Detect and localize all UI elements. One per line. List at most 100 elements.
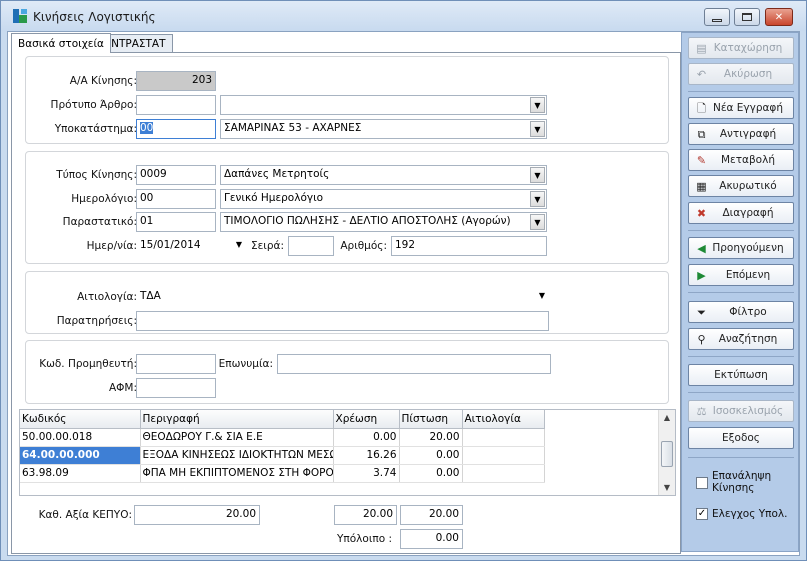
next-button[interactable]: ▶ Επόμενη (688, 264, 794, 286)
maximize-button[interactable] (734, 8, 760, 26)
reason-combo[interactable]: ΤΔΑ ▼ (136, 287, 549, 307)
cell-credit[interactable]: 20.00 (399, 428, 463, 447)
title-bar[interactable]: Κινήσεις Λογιστικής ✕ (1, 1, 806, 31)
doc-code-field[interactable]: 01 (136, 212, 216, 232)
cell-reason[interactable] (462, 428, 545, 447)
undo-icon: ↶ (696, 68, 707, 81)
template-name-combo[interactable]: ▼ (220, 95, 547, 115)
check-calc-checkbox[interactable]: ✓ (696, 508, 708, 520)
cell-code[interactable]: 50.00.00.018 (20, 428, 141, 447)
journal-name-value: Γενικό Ημερολόγιο (224, 192, 324, 204)
table-row[interactable]: 64.00.00.000 ΕΞΟΔΑ ΚΙΝΗΣΕΩΣ ΙΔΙΟΚΤΗΤΩΝ Μ… (20, 446, 545, 465)
column-code[interactable]: Κωδικός (20, 410, 141, 429)
cancel-button[interactable]: ↶ Ακύρωση (688, 63, 794, 85)
type-code-field[interactable]: 0009 (136, 165, 216, 185)
series-field[interactable] (288, 236, 334, 256)
date-label: Ημερ/νία: (86, 240, 137, 252)
edit-button[interactable]: ✎ Μεταβολή (688, 149, 794, 171)
cell-description[interactable]: ΘΕΟΔΩΡΟΥ Γ.& ΣΙΑ Ε.Ε (140, 428, 334, 447)
column-credit[interactable]: Πίστωση (399, 410, 463, 429)
app-window: Κινήσεις Λογιστικής ✕ Βασικά στοιχεία ΙΝ… (0, 0, 807, 561)
filter-button[interactable]: ⏷ Φίλτρο (688, 301, 794, 323)
search-button[interactable]: ⚲ Αναζήτηση (688, 328, 794, 350)
scroll-up-icon[interactable]: ▲ (659, 410, 675, 425)
template-label: Πρότυπο Άρθρο: (50, 99, 137, 111)
date-value: 15/01/2014 (140, 239, 201, 251)
entries-grid[interactable]: Κωδικός Περιγραφή Χρέωση Πίστωση Αιτιολο… (19, 409, 676, 496)
tab-basic-info[interactable]: Βασικά στοιχεία (11, 33, 111, 53)
balance-label: Υπόλοιπο : (337, 533, 392, 545)
afm-field[interactable] (136, 378, 216, 398)
journal-code-field[interactable]: 00 (136, 189, 216, 209)
notes-field[interactable] (136, 311, 549, 331)
close-icon: ✕ (774, 11, 784, 23)
chevron-down-icon[interactable]: ▼ (530, 214, 545, 230)
doc-name-combo[interactable]: ΤΙΜΟΛΟΓΙΟ ΠΩΛΗΣΗΣ - ΔΕΛΤΙΟ ΑΠΟΣΤΟΛΗΣ (Αγ… (220, 212, 547, 232)
table-row[interactable]: 50.00.00.018 ΘΕΟΔΩΡΟΥ Γ.& ΣΙΑ Ε.Ε 0.00 2… (20, 428, 545, 447)
chevron-down-icon[interactable]: ▼ (530, 97, 545, 113)
aa-field: 203 (136, 71, 216, 91)
exit-button[interactable]: Εξοδος (688, 427, 794, 449)
notes-label: Παρατηρήσεις: (56, 315, 137, 327)
journal-label: Ημερολόγιο: (71, 193, 137, 205)
chevron-down-icon[interactable]: ▼ (530, 167, 545, 183)
check-calc-label: Ελεγχος Υπολ. (712, 508, 788, 520)
print-button[interactable]: Εκτύπωση (688, 364, 794, 386)
branch-code-field[interactable]: 00 (136, 119, 216, 139)
chevron-down-icon[interactable]: ▼ (236, 240, 242, 249)
cell-reason[interactable] (462, 464, 545, 483)
chevron-down-icon[interactable]: ▼ (539, 291, 545, 300)
journal-name-combo[interactable]: Γενικό Ημερολόγιο ▼ (220, 189, 547, 209)
cell-description[interactable]: ΦΠΑ ΜΗ ΕΚΠΙΠΤΟΜΕΝΟΣ ΣΤΗ ΦΟΡΟΛΟΓΙΑ (140, 464, 334, 483)
balance-button[interactable]: ⚖ Ισοσκελισμός (688, 400, 794, 422)
copy-button[interactable]: ⧉ Αντιγραφή (688, 123, 794, 145)
separator (688, 392, 794, 393)
cell-code[interactable]: 64.00.00.000 (20, 446, 141, 465)
template-code-field[interactable] (136, 95, 216, 115)
arrow-left-icon: ◀ (697, 242, 706, 255)
cell-debit[interactable]: 0.00 (333, 428, 400, 447)
cell-description[interactable]: ΕΞΟΔΑ ΚΙΝΗΣΕΩΣ ΙΔΙΟΚΤΗΤΩΝ ΜΕΣΩΝ (140, 446, 334, 465)
repeat-checkbox[interactable] (696, 477, 708, 489)
void-button[interactable]: ▦ Ακυρωτικό (688, 175, 794, 197)
previous-button[interactable]: ◀ Προηγούμενη (688, 237, 794, 259)
scroll-down-icon[interactable]: ▼ (659, 480, 675, 495)
supplier-code-field[interactable] (136, 354, 216, 374)
branch-name-combo[interactable]: ΣΑΜΑΡΙΝΑΣ 53 - ΑΧΑΡΝΕΣ ▼ (220, 119, 547, 139)
maximize-icon (742, 13, 752, 21)
entries-table: Κωδικός Περιγραφή Χρέωση Πίστωση Αιτιολο… (20, 410, 545, 483)
cell-debit[interactable]: 16.26 (333, 446, 400, 465)
table-row[interactable]: 63.98.09 ΦΠΑ ΜΗ ΕΚΠΙΠΤΟΜΕΝΟΣ ΣΤΗ ΦΟΡΟΛΟΓ… (20, 464, 545, 483)
cell-credit[interactable]: 0.00 (399, 446, 463, 465)
close-button[interactable]: ✕ (765, 8, 793, 26)
doc-name-value: ΤΙΜΟΛΟΓΙΟ ΠΩΛΗΣΗΣ - ΔΕΛΤΙΟ ΑΠΟΣΤΟΛΗΣ (Αγ… (224, 215, 511, 227)
chevron-down-icon[interactable]: ▼ (530, 121, 545, 137)
cell-reason[interactable] (462, 446, 545, 465)
action-panel: ▤ Καταχώρηση ↶ Ακύρωση 🗋 Νέα Εγγραφή ⧉ Α… (681, 32, 799, 552)
afm-label: ΑΦΜ: (108, 382, 137, 394)
grid-scrollbar[interactable]: ▲ ▼ (658, 410, 675, 495)
supplier-name-field[interactable] (277, 354, 551, 374)
cell-debit[interactable]: 3.74 (333, 464, 400, 483)
cell-credit[interactable]: 0.00 (399, 464, 463, 483)
delete-button[interactable]: ✖ Διαγραφή (688, 202, 794, 224)
chevron-down-icon[interactable]: ▼ (530, 191, 545, 207)
column-description[interactable]: Περιγραφή (140, 410, 334, 429)
doc-label: Παραστατικό: (62, 216, 137, 228)
filter-icon: ⏷ (697, 306, 706, 319)
cell-code[interactable]: 63.98.09 (20, 464, 141, 483)
number-label: Αριθμός: (340, 240, 387, 252)
minimize-button[interactable] (704, 8, 730, 26)
kepyo-field: 20.00 (134, 505, 260, 525)
save-button[interactable]: ▤ Καταχώρηση (688, 37, 794, 59)
window-title: Κινήσεις Λογιστικής (33, 10, 156, 24)
column-debit[interactable]: Χρέωση (333, 410, 400, 429)
number-field[interactable]: 192 (391, 236, 547, 256)
app-icon (13, 9, 27, 23)
type-name-combo[interactable]: Δαπάνες Μετρητοίς ▼ (220, 165, 547, 185)
column-reason[interactable]: Αιτιολογία (462, 410, 545, 429)
tab-intrastat[interactable]: ΙΝΤΡΑΣΤΑΤ (101, 34, 173, 53)
scroll-thumb[interactable] (661, 441, 673, 467)
date-picker[interactable]: 15/01/2014 ▼ (136, 236, 246, 256)
new-record-button[interactable]: 🗋 Νέα Εγγραφή (688, 97, 794, 119)
